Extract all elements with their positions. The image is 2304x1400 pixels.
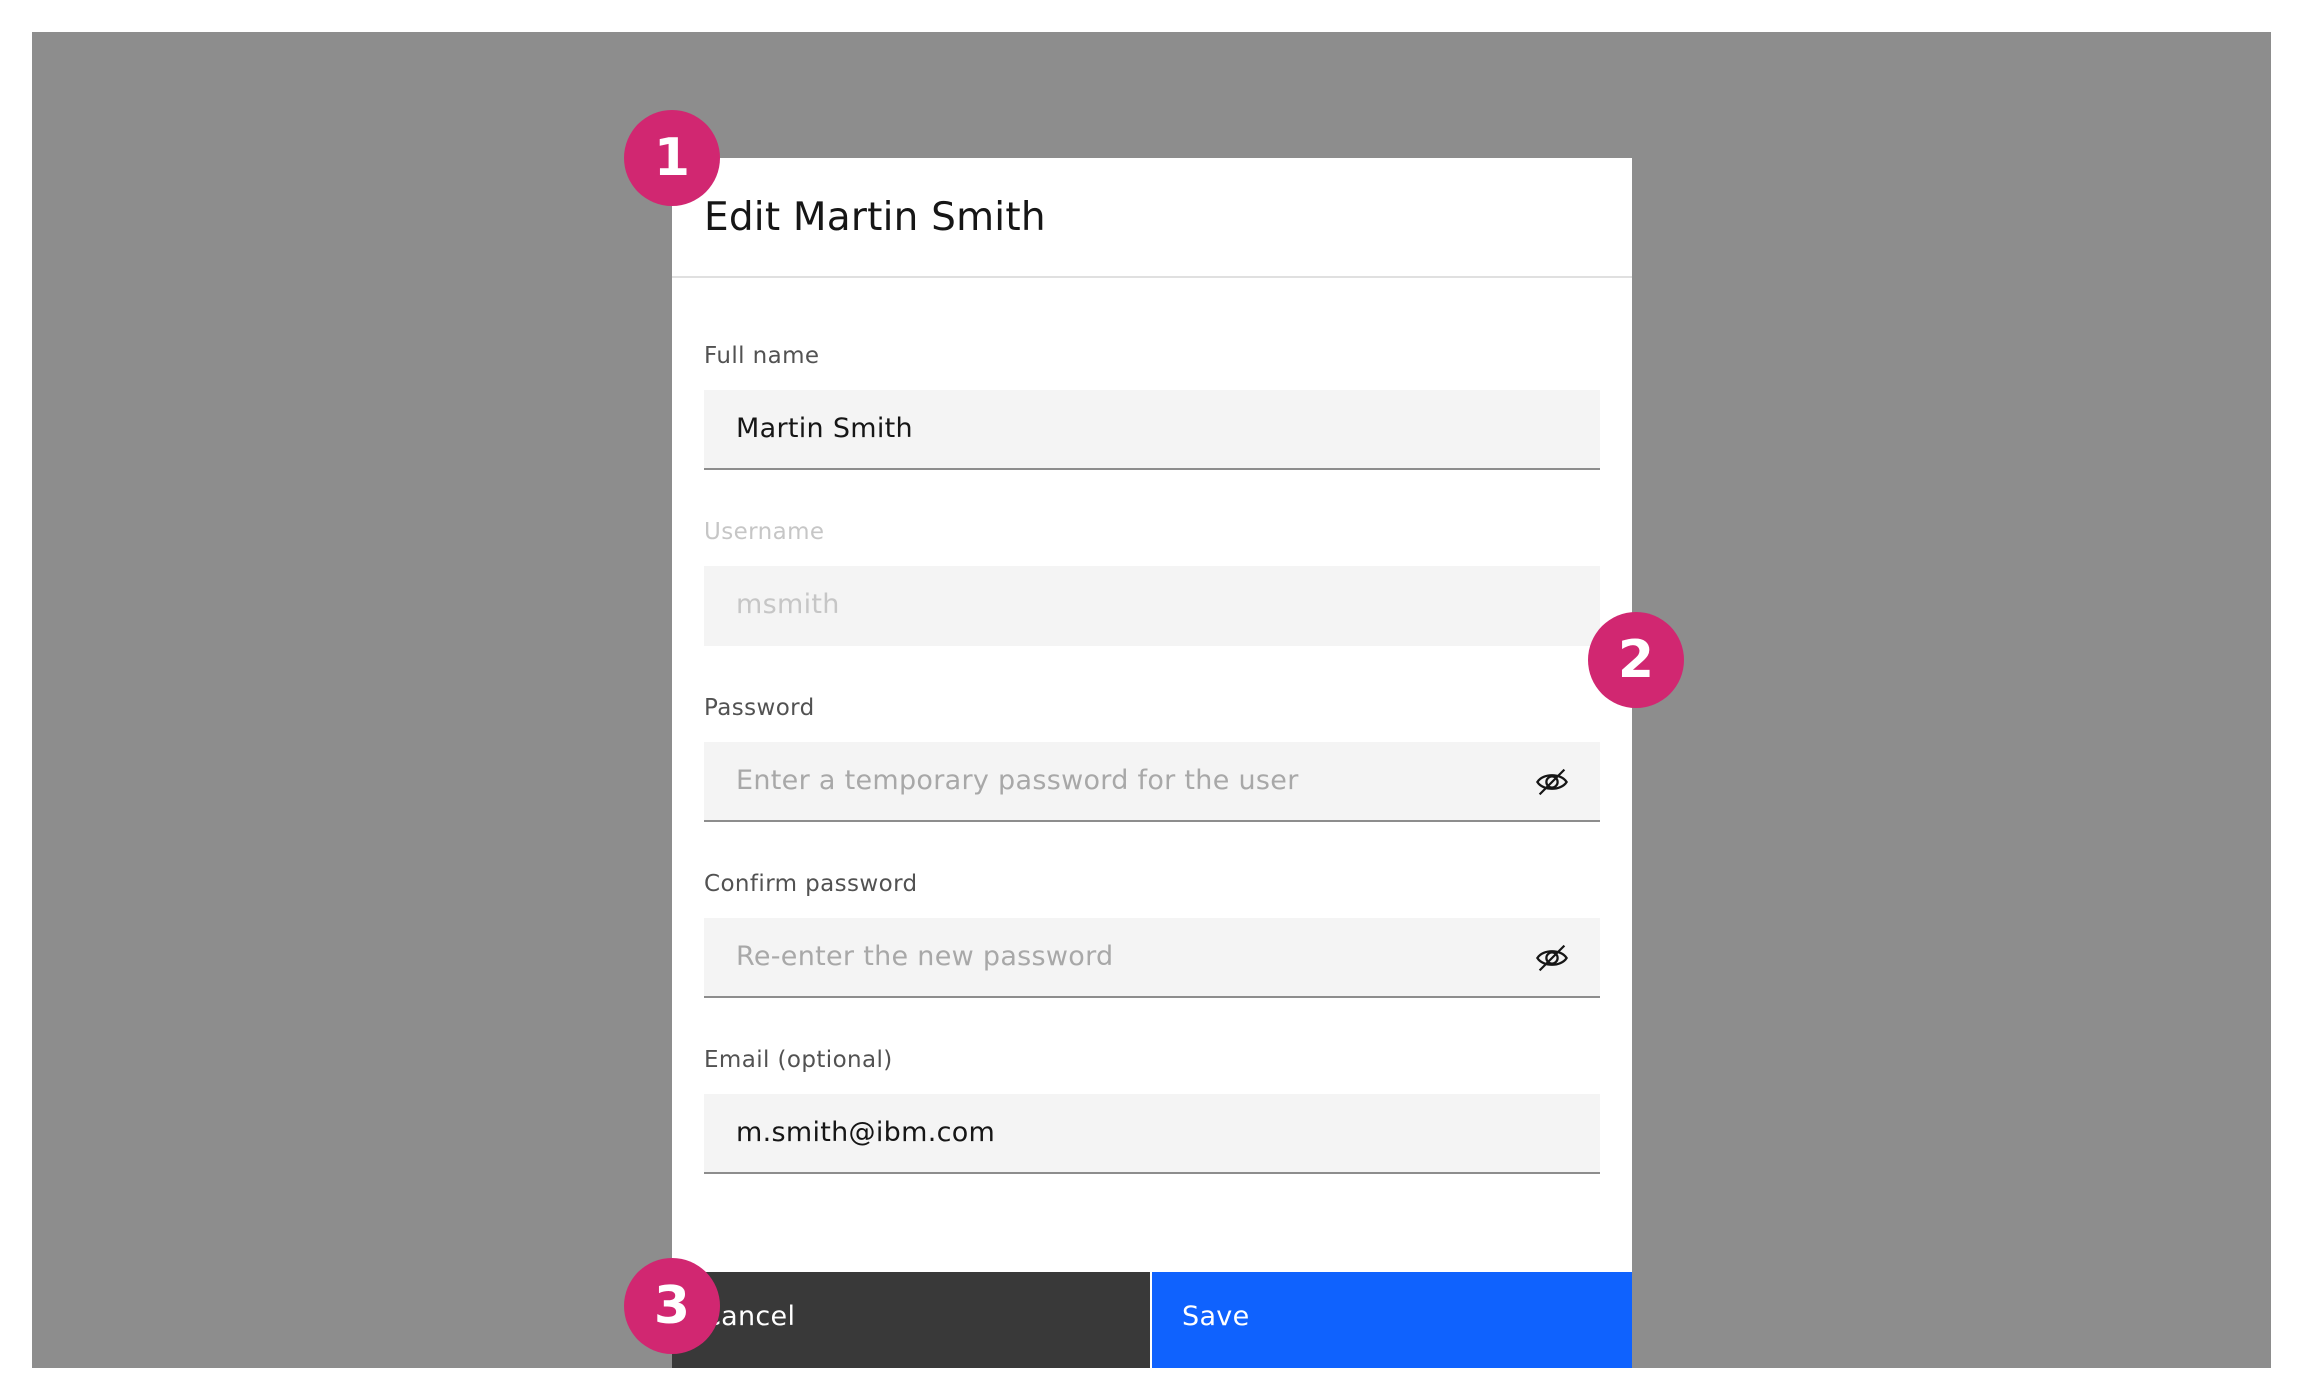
password-input[interactable]: Enter a temporary password for the user [704, 742, 1600, 822]
full-name-input[interactable]: Martin Smith [704, 390, 1600, 470]
modal-header: Edit Martin Smith [672, 158, 1632, 278]
username-value: msmith [736, 589, 840, 620]
confirm-password-label: Confirm password [704, 871, 918, 897]
email-value: m.smith@ibm.com [736, 1117, 996, 1148]
username-input: msmith [704, 566, 1600, 646]
eye-off-icon[interactable] [1534, 940, 1570, 976]
email-label: Email (optional) [704, 1047, 893, 1073]
full-name-value: Martin Smith [736, 413, 913, 444]
modal-overlay: Edit Martin Smith Full name Martin Smith… [32, 32, 2271, 1368]
annotation-badge-1: 1 [624, 110, 720, 206]
confirm-password-input[interactable]: Re-enter the new password [704, 918, 1600, 998]
modal-title: Edit Martin Smith [704, 195, 1046, 240]
username-label: Username [704, 519, 825, 545]
save-button-label: Save [1182, 1301, 1250, 1332]
email-input[interactable]: m.smith@ibm.com [704, 1094, 1600, 1174]
password-label: Password [704, 695, 815, 721]
edit-user-modal: Edit Martin Smith Full name Martin Smith… [672, 158, 1632, 1368]
eye-off-icon[interactable] [1534, 764, 1570, 800]
annotation-badge-2: 2 [1588, 612, 1684, 708]
full-name-label: Full name [704, 343, 820, 369]
confirm-password-placeholder: Re-enter the new password [736, 941, 1114, 972]
save-button[interactable]: Save [1152, 1272, 1632, 1368]
annotation-badge-3: 3 [624, 1258, 720, 1354]
cancel-button[interactable]: Cancel [672, 1272, 1150, 1368]
password-placeholder: Enter a temporary password for the user [736, 765, 1299, 796]
